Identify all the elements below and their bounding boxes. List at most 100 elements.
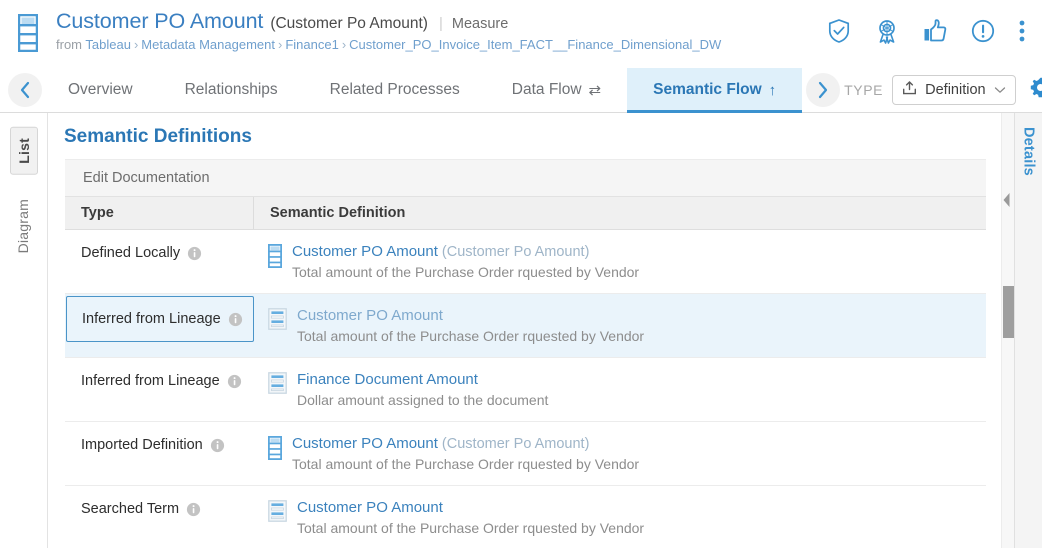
breadcrumb-from-label: from bbox=[56, 37, 82, 52]
tab-label: Overview bbox=[68, 81, 133, 99]
panel-collapse-handle[interactable] bbox=[1000, 190, 1012, 210]
info-icon[interactable] bbox=[186, 502, 201, 517]
view-mode-diagram[interactable]: Diagram bbox=[10, 189, 38, 263]
breadcrumb-link[interactable]: Tableau bbox=[85, 37, 131, 52]
definition-name-line: Customer PO Amount (Customer Po Amount) bbox=[292, 435, 639, 453]
info-icon[interactable] bbox=[228, 312, 243, 327]
term-icon bbox=[268, 500, 287, 522]
table-row[interactable]: Searched Term Customer PO Amount Total amo… bbox=[65, 486, 986, 548]
breadcrumb-separator: › bbox=[342, 37, 346, 52]
cell-semantic-definition: Customer PO Amount (Customer Po Amount) T… bbox=[254, 230, 986, 293]
definition-name-link[interactable]: Customer PO Amount bbox=[297, 499, 443, 516]
object-type-icon-wrap bbox=[0, 0, 56, 68]
definition-type-label: Inferred from Lineage bbox=[82, 311, 221, 327]
definition-name-line: Customer PO Amount bbox=[297, 499, 644, 517]
table-row[interactable]: Defined Locally Customer PO Amount (Custo… bbox=[65, 230, 986, 294]
app-window: Customer PO Amount (Customer Po Amount) … bbox=[0, 0, 1042, 548]
definition-texts: Customer PO Amount (Customer Po Amount) T… bbox=[292, 243, 639, 280]
certified-shield-icon[interactable] bbox=[826, 18, 852, 44]
info-icon[interactable] bbox=[227, 374, 242, 389]
definition-name-link[interactable]: Customer PO Amount bbox=[292, 243, 438, 260]
details-rail: Details bbox=[1014, 113, 1042, 548]
cell-semantic-definition: Finance Document Amount Dollar amount ass… bbox=[254, 358, 986, 421]
definition-name-line: Finance Document Amount bbox=[297, 371, 548, 389]
header-text-block: Customer PO Amount (Customer Po Amount) … bbox=[56, 0, 826, 52]
tabs-next-arrow[interactable] bbox=[806, 73, 840, 107]
info-icon[interactable] bbox=[187, 246, 202, 261]
definition-name-link[interactable]: Customer PO Amount bbox=[292, 435, 438, 452]
tab-overview[interactable]: Overview bbox=[42, 68, 159, 112]
term-icon bbox=[268, 372, 287, 394]
definition-texts: Finance Document Amount Dollar amount ass… bbox=[297, 371, 548, 408]
definition-type-label: Inferred from Lineage bbox=[81, 373, 220, 389]
definition-type-label: Searched Term bbox=[81, 501, 179, 517]
title-separator: | bbox=[439, 15, 443, 32]
term-icon bbox=[268, 308, 287, 330]
title-line: Customer PO Amount (Customer Po Amount) … bbox=[56, 9, 826, 34]
tabs-container: Overview Relationships Related Processes Da… bbox=[42, 68, 802, 112]
view-mode-rail: List Diagram bbox=[0, 113, 48, 548]
tab-relationships[interactable]: Relationships bbox=[159, 68, 304, 112]
cell-type[interactable]: Defined Locally bbox=[65, 230, 254, 276]
definition-alias: (Customer Po Amount) bbox=[438, 244, 590, 260]
definition-alias: (Customer Po Amount) bbox=[438, 436, 590, 452]
definition-texts: Customer PO Amount (Customer Po Amount) T… bbox=[292, 435, 639, 472]
breadcrumb-link[interactable]: Metadata Management bbox=[141, 37, 275, 52]
tab-semantic-flow[interactable]: Semantic Flow ↑ bbox=[627, 68, 802, 112]
warning-icon[interactable] bbox=[970, 18, 996, 44]
type-label: TYPE bbox=[840, 68, 892, 112]
tab-label: Semantic Flow bbox=[653, 81, 762, 99]
column-icon bbox=[268, 436, 282, 460]
object-class-label: Measure bbox=[452, 16, 508, 32]
definition-description: Total amount of the Purchase Order rques… bbox=[292, 264, 639, 280]
column-icon bbox=[268, 244, 282, 268]
chevron-down-icon bbox=[994, 81, 1006, 99]
details-panel-toggle[interactable]: Details bbox=[1021, 127, 1037, 548]
edit-documentation-link[interactable]: Edit Documentation bbox=[65, 159, 986, 196]
cell-type[interactable]: Inferred from Lineage bbox=[66, 296, 254, 342]
tab-data-flow[interactable]: Data Flow⇄ bbox=[486, 68, 627, 112]
cell-semantic-definition: Customer PO Amount (Customer Po Amount) T… bbox=[254, 422, 986, 485]
thumbs-up-icon[interactable] bbox=[922, 18, 948, 44]
definition-description: Total amount of the Purchase Order rques… bbox=[292, 456, 639, 472]
definition-name-line: Customer PO Amount bbox=[297, 307, 644, 325]
cell-type[interactable]: Searched Term bbox=[65, 486, 254, 532]
arrow-up-icon: ↑ bbox=[769, 82, 777, 99]
tab-related-processes[interactable]: Related Processes bbox=[304, 68, 486, 112]
table-row[interactable]: Imported Definition Customer PO Amount (C… bbox=[65, 422, 986, 486]
page-header: Customer PO Amount (Customer Po Amount) … bbox=[0, 0, 1042, 68]
column-header-type: Type bbox=[65, 197, 254, 229]
cell-type[interactable]: Imported Definition bbox=[65, 422, 254, 468]
table-body: Defined Locally Customer PO Amount (Custo… bbox=[65, 230, 986, 548]
upload-icon bbox=[902, 80, 917, 101]
table-header-row: Type Semantic Definition bbox=[65, 196, 986, 230]
breadcrumb-separator: › bbox=[134, 37, 138, 52]
more-options-icon[interactable] bbox=[1018, 18, 1026, 44]
definition-name-line: Customer PO Amount (Customer Po Amount) bbox=[292, 243, 639, 261]
scrollbar-thumb[interactable] bbox=[1003, 286, 1014, 338]
vertical-scrollbar[interactable] bbox=[1001, 113, 1014, 548]
semantic-definitions-table: Edit Documentation Type Semantic Definit… bbox=[64, 158, 987, 548]
breadcrumb-link[interactable]: Customer_PO_Invoice_Item_FACT__Finance_D… bbox=[349, 37, 721, 52]
info-icon[interactable] bbox=[210, 438, 225, 453]
table-row[interactable]: Inferred from Lineage Finance Document Am… bbox=[65, 358, 986, 422]
settings-button[interactable] bbox=[1016, 68, 1042, 112]
definition-type-label: Defined Locally bbox=[81, 245, 180, 261]
definition-description: Total amount of the Purchase Order rques… bbox=[297, 520, 644, 536]
tab-label: Related Processes bbox=[330, 81, 460, 99]
breadcrumb-separator: › bbox=[278, 37, 282, 52]
page-title: Customer PO Amount bbox=[56, 9, 263, 34]
cell-type[interactable]: Inferred from Lineage bbox=[65, 358, 254, 404]
view-mode-list[interactable]: List bbox=[10, 127, 38, 175]
definition-name-link[interactable]: Customer PO Amount bbox=[297, 307, 443, 324]
table-row[interactable]: Inferred from Lineage Customer PO AmountT… bbox=[65, 294, 986, 358]
breadcrumb: from Tableau›Metadata Management›Finance… bbox=[56, 37, 796, 52]
type-select-dropdown[interactable]: Definition bbox=[892, 75, 1015, 105]
cell-semantic-definition: Customer PO AmountTotal amount of the Pu… bbox=[254, 294, 986, 357]
column-icon bbox=[18, 14, 38, 57]
definition-name-link[interactable]: Finance Document Amount bbox=[297, 371, 478, 388]
definition-description: Dollar amount assigned to the document bbox=[297, 392, 548, 408]
quality-badge-icon[interactable] bbox=[874, 18, 900, 44]
tabs-prev-arrow[interactable] bbox=[8, 73, 42, 107]
breadcrumb-link[interactable]: Finance1 bbox=[285, 37, 338, 52]
